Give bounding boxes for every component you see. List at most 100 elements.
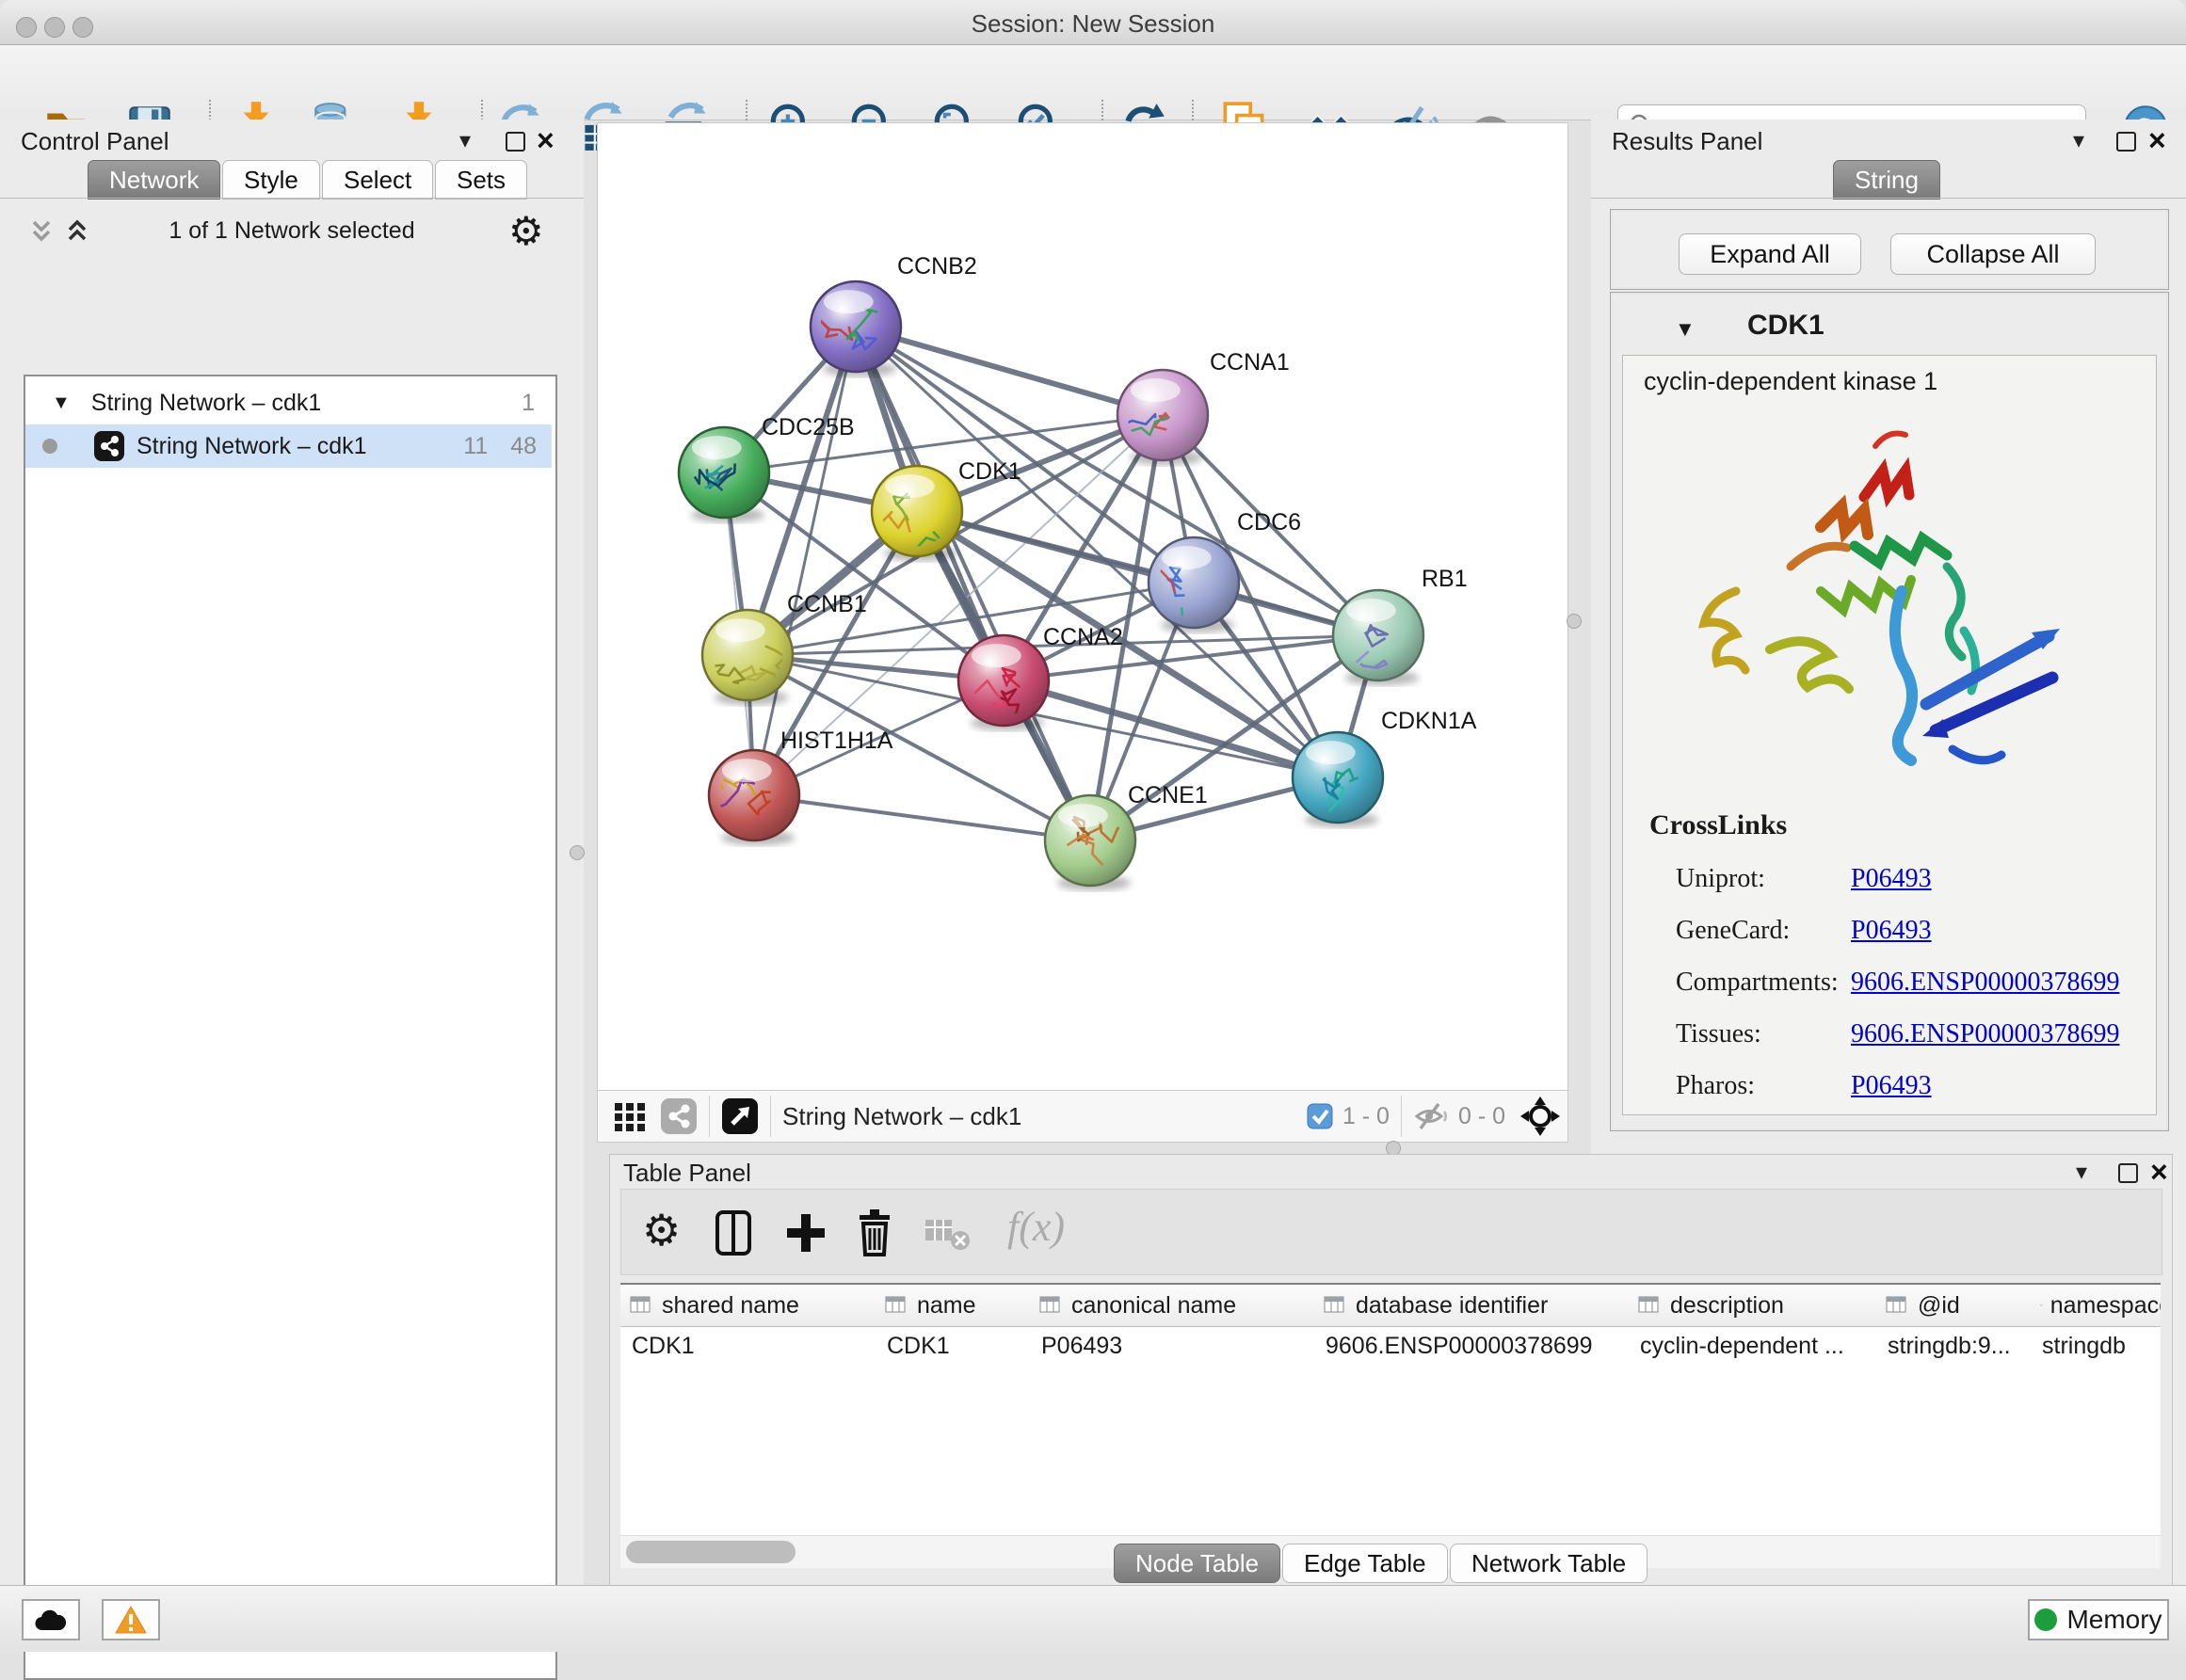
right-splitter-handle[interactable] — [1567, 614, 1582, 629]
crosslink-row: Pharos:P06493 — [1676, 1060, 2146, 1112]
delete-column-trash-icon[interactable] — [853, 1208, 896, 1257]
crosslink-value-link[interactable]: P06493 — [1851, 916, 1932, 946]
table-cell[interactable]: CDK1 — [876, 1326, 1030, 1366]
column-header-label: name — [917, 1292, 976, 1320]
collection-expander-icon[interactable]: ▼ — [52, 392, 71, 414]
column-type-icon — [2040, 1294, 2043, 1317]
node-label-CDC25B: CDC25B — [762, 414, 855, 440]
network-node-CCNE1[interactable] — [1045, 795, 1135, 890]
column-header-database-identifier[interactable]: database identifier — [1314, 1285, 1630, 1327]
network-node-CCNA1[interactable] — [1117, 370, 1208, 465]
network-status-dot — [42, 439, 57, 454]
crosslink-value-link[interactable]: 9606.ENSP00000378699 — [1851, 1019, 2119, 1049]
control-panel-menu-icon[interactable]: ▾ — [459, 127, 471, 154]
column-header-label: database identifier — [1356, 1292, 1548, 1320]
table-panel-float-icon[interactable] — [2118, 1163, 2138, 1183]
selected-checkbox-icon[interactable] — [1307, 1103, 1333, 1129]
cloud-button[interactable] — [22, 1599, 80, 1640]
table-cell[interactable]: stringdb:9... — [1876, 1326, 2031, 1366]
table-panel-close-icon[interactable]: × — [2150, 1162, 2168, 1181]
birds-eye-view-icon[interactable] — [721, 1097, 759, 1135]
expand-all-button[interactable]: Expand All — [1679, 233, 1861, 275]
table-cell[interactable]: cyclin-dependent ... — [1629, 1326, 1876, 1366]
network-edges — [724, 327, 1378, 840]
control-panel-float-icon[interactable] — [506, 132, 525, 152]
table-panel: Table Panel ▾ × ⚙ f(x) shared nameCDK — [609, 1154, 2173, 1587]
protein-details: cyclin-dependent kinase 1 Cro — [1622, 355, 2157, 1115]
crosslink-value-link[interactable]: P06493 — [1851, 864, 1932, 894]
tab-style[interactable]: Style — [222, 160, 320, 200]
crosslink-value-link[interactable]: 9606.ENSP00000378699 — [1851, 968, 2119, 998]
string-network-graph[interactable]: CCNB2CCNA1CDC25BCDK1CDC6RB1CCNB1CCNA2CDK… — [598, 123, 1567, 1091]
column-type-icon — [1886, 1294, 1910, 1317]
network-options-gear-icon[interactable]: ⚙ — [508, 208, 544, 254]
column-type-icon — [1324, 1294, 1348, 1317]
table-cell[interactable]: stringdb — [2031, 1326, 2161, 1366]
grid-view-icon[interactable] — [613, 1099, 647, 1133]
tab-string[interactable]: String — [1833, 160, 1940, 200]
share-view-icon[interactable] — [660, 1097, 698, 1135]
left-splitter-handle[interactable] — [570, 845, 585, 860]
collapse-all-button[interactable]: Collapse All — [1890, 233, 2096, 275]
tab-node-table[interactable]: Node Table — [1114, 1544, 1280, 1583]
column-header-@id[interactable]: @id — [1876, 1285, 2032, 1327]
selected-counts: 1 - 0 — [1342, 1103, 1390, 1130]
control-panel-close-icon[interactable]: × — [537, 131, 555, 150]
protein-collapse-icon[interactable]: ▼ — [1675, 317, 1696, 342]
tab-network[interactable]: Network — [88, 160, 220, 200]
hidden-eye-icon — [1413, 1102, 1451, 1130]
network-view-title: String Network – cdk1 — [782, 1102, 1021, 1131]
table-panel-menu-icon[interactable]: ▾ — [2076, 1159, 2087, 1186]
add-column-icon[interactable] — [783, 1210, 828, 1256]
column-selector-icon[interactable] — [714, 1210, 755, 1256]
crosslink-row: Uniprot:P06493 — [1676, 853, 2146, 904]
fit-center-crosshair-icon[interactable] — [1520, 1096, 1560, 1136]
node-label-HIST1H1A: HIST1H1A — [780, 728, 893, 754]
column-type-icon — [1039, 1294, 1064, 1317]
crosslink-label: Tissues: — [1676, 1019, 1851, 1049]
column-header-canonical-name[interactable]: canonical name — [1030, 1285, 1315, 1327]
scrollbar-thumb[interactable] — [626, 1541, 796, 1563]
column-header-name[interactable]: name — [876, 1285, 1031, 1327]
column-header-label: @id — [1918, 1292, 1960, 1320]
expand-all-icon[interactable] — [62, 219, 92, 244]
table-tabs: Node TableEdge TableNetwork Table — [1114, 1544, 1773, 1583]
results-panel-float-icon[interactable] — [2116, 132, 2136, 152]
network-collection-row[interactable]: ▼ String Network – cdk1 1 — [25, 381, 552, 424]
memory-label: Memory — [2066, 1605, 2162, 1635]
node-table[interactable]: shared name CDK1 name CDK1 canonical name P06… — [620, 1283, 2161, 1537]
column-header-shared-name[interactable]: shared name — [620, 1285, 876, 1327]
tab-edge-table[interactable]: Edge Table — [1282, 1544, 1448, 1583]
tab-select[interactable]: Select — [322, 160, 433, 200]
control-panel-tabs: NetworkStyleSelectSets — [88, 160, 577, 199]
column-header-label: shared name — [662, 1292, 799, 1320]
table-cell[interactable]: 9606.ENSP00000378699 — [1314, 1326, 1629, 1366]
tab-network-table[interactable]: Network Table — [1450, 1544, 1648, 1583]
crosslink-label: GeneCard: — [1676, 916, 1851, 946]
table-settings-gear-icon[interactable]: ⚙ — [642, 1205, 681, 1256]
network-canvas[interactable]: CCNB2CCNA1CDC25BCDK1CDC6RB1CCNB1CCNA2CDK… — [597, 122, 1568, 1092]
memory-button[interactable]: Memory — [2028, 1599, 2169, 1640]
column-header-label: description — [1670, 1292, 1784, 1320]
network-node-RB1[interactable] — [1332, 590, 1423, 685]
tab-sets[interactable]: Sets — [435, 160, 527, 200]
network-node-CCNB1[interactable] — [702, 610, 793, 705]
network-node-CDC25B[interactable] — [679, 427, 769, 522]
column-header-description[interactable]: description — [1629, 1285, 1877, 1327]
collapse-all-icon[interactable] — [26, 219, 56, 244]
results-panel-close-icon[interactable]: × — [2148, 131, 2166, 150]
column-header-namespace[interactable]: namespace — [2031, 1285, 2161, 1327]
column-header-label: canonical name — [1071, 1292, 1236, 1320]
table-panel-title: Table Panel — [623, 1159, 751, 1188]
main-toolbar: ? — [0, 45, 2186, 120]
results-panel-menu-icon[interactable]: ▾ — [2073, 127, 2084, 154]
table-cell[interactable]: P06493 — [1030, 1326, 1314, 1366]
network-node-HIST1H1A[interactable] — [709, 750, 799, 845]
network-node-CDKN1A[interactable] — [1293, 732, 1383, 827]
network-row[interactable]: String Network – cdk1 11 48 — [25, 424, 552, 468]
node-label-CCNA2: CCNA2 — [1043, 624, 1123, 650]
crosslink-value-link[interactable]: P06493 — [1851, 1071, 1932, 1101]
warnings-button[interactable] — [102, 1599, 160, 1640]
table-cell[interactable]: CDK1 — [620, 1326, 876, 1366]
protein-description: cyclin-dependent kinase 1 — [1644, 367, 1937, 396]
